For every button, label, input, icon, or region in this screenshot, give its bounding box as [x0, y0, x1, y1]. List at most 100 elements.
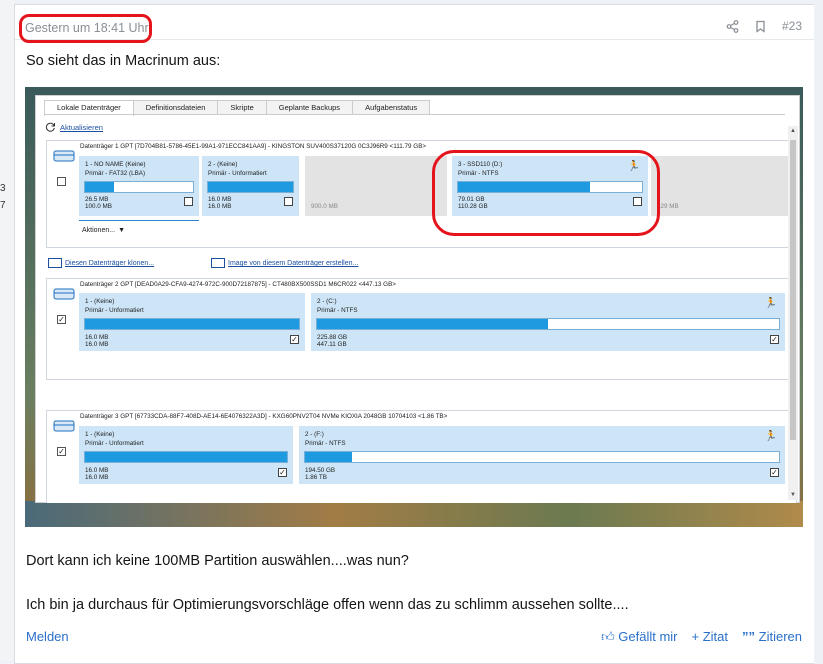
partition-name: 2 - (Keine)	[208, 161, 238, 168]
share-icon[interactable]	[726, 19, 739, 33]
disk-icon	[53, 420, 75, 432]
actions-dropdown[interactable]: Aktionen... ▼	[82, 227, 125, 234]
image-disk-link[interactable]: Image von diesem Datenträger erstellen..…	[211, 258, 358, 268]
partition-name: 1 - (Keine)	[85, 298, 115, 305]
wallpaper-strip	[25, 501, 803, 527]
partition-size: 16.0 MB	[85, 341, 109, 348]
tab-bar: Lokale Datenträger Definitionsdateien Sk…	[44, 100, 431, 116]
post-number[interactable]: #23	[782, 19, 802, 33]
running-man-icon: 🏃	[764, 298, 777, 309]
left-strip: 3 7	[0, 0, 14, 660]
tail-size: 529 MB	[657, 203, 679, 210]
usage-bar	[84, 181, 194, 193]
partition-name: 1 - NO NAME (Keine)	[85, 161, 146, 168]
quote-icon: ””	[742, 629, 756, 644]
refresh-label: Aktualisieren	[60, 122, 103, 132]
disk-3-panel: Datenträger 3 GPT [67733CDA-88F7-408D-AE…	[46, 410, 797, 503]
disk-3-title: Datenträger 3 GPT [67733CDA-88F7-408D-AE…	[80, 413, 448, 420]
image-icon	[211, 258, 225, 268]
tab-task-status[interactable]: Aufgabenstatus	[352, 100, 431, 115]
running-man-icon: 🏃	[764, 431, 777, 442]
disk-1-unallocated: 900.0 MB	[305, 156, 447, 216]
disk-3-partition-2[interactable]: 2 - (F:) Primär - NTFS 🏃 194.50 GB 1.86 …	[299, 426, 785, 484]
disk-3-checkbox[interactable]: ✓	[57, 447, 66, 456]
disk-icon	[53, 150, 75, 162]
partition-type: Primär - NTFS	[317, 307, 358, 314]
report-link[interactable]: Melden	[26, 629, 69, 644]
scroll-thumb[interactable]	[790, 140, 796, 440]
partition-used: 194.50 GB	[305, 467, 336, 474]
tab-scheduled-backups[interactable]: Geplante Backups	[265, 100, 354, 115]
usage-bar	[207, 181, 294, 193]
disk-1-title: Datenträger 1 GPT [7D704B81-5786-45E1-99…	[80, 143, 427, 150]
post-line-2: Ich bin ja durchaus für Optimierungsvors…	[26, 597, 629, 613]
partition-checkbox[interactable]: ✓	[770, 468, 779, 477]
macrium-window: Lokale Datenträger Definitionsdateien Sk…	[35, 95, 800, 503]
usage-bar	[304, 451, 780, 463]
partition-type: Primär - Unformatiert	[208, 170, 267, 177]
disk-1-checkbox[interactable]	[57, 177, 66, 186]
partition-name: 2 - (C:)	[317, 298, 337, 305]
quote-button[interactable]: + Zitat	[692, 629, 729, 645]
actions-label: Aktionen...	[82, 227, 116, 234]
post-footer: Melden 👍︎ Gefällt mir + Zitat ”” Zitiere…	[15, 625, 814, 655]
partition-type: Primär - FAT32 (LBA)	[85, 170, 146, 177]
multiquote-button[interactable]: ”” Zitieren	[742, 629, 802, 645]
partition-checkbox[interactable]: ✓	[290, 335, 299, 344]
partition-used: 26.5 MB	[85, 196, 109, 203]
disk-icon	[53, 288, 75, 300]
tab-definitions[interactable]: Definitionsdateien	[132, 100, 219, 115]
multiquote-label: Zitieren	[758, 629, 802, 644]
partition-checkbox[interactable]: ✓	[770, 335, 779, 344]
partition-highlight	[432, 150, 660, 236]
embedded-screenshot: Lokale Datenträger Definitionsdateien Sk…	[25, 87, 803, 527]
disk-2-panel: Datenträger 2 GPT [DEAD0A29-CFA9-4274-97…	[46, 278, 797, 380]
disk-2-partition-1[interactable]: 1 - (Keine) Primär - Unformatiert 16.0 M…	[79, 293, 305, 351]
partition-checkbox[interactable]	[284, 197, 293, 206]
image-label: Image von diesem Datenträger erstellen..…	[228, 259, 359, 267]
like-button[interactable]: 👍︎ Gefällt mir	[601, 629, 677, 645]
disk-3-partition-1[interactable]: 1 - (Keine) Primär - Unformatiert 16.0 M…	[79, 426, 293, 484]
partition-type: Primär - NTFS	[305, 440, 346, 447]
like-label: Gefällt mir	[618, 629, 678, 644]
partition-size: 447.11 GB	[317, 341, 347, 348]
post-line-1: Dort kann ich keine 100MB Partition ausw…	[26, 553, 409, 569]
tab-scripts[interactable]: Skripte	[217, 100, 267, 115]
partition-used: 225.88 GB	[317, 334, 348, 341]
partition-size: 16.0 MB	[208, 203, 232, 210]
partition-used: 16.0 MB	[85, 334, 109, 341]
forum-post: Gestern um 18:41 Uhr #23 So sieht das in…	[14, 4, 814, 664]
refresh-icon	[45, 122, 55, 132]
scroll-down-icon[interactable]: ▼	[790, 492, 796, 498]
thumbs-up-icon: 👍︎	[601, 629, 615, 644]
clone-disk-link[interactable]: Diesen Datenträger klonen...	[48, 258, 154, 268]
scroll-up-icon[interactable]: ▲	[790, 128, 796, 134]
disk-2-checkbox[interactable]: ✓	[57, 315, 66, 324]
partition-used: 16.0 MB	[85, 467, 109, 474]
usage-bar	[84, 451, 288, 463]
disk-1-partition-1[interactable]: 1 - NO NAME (Keine) Primär - FAT32 (LBA)…	[79, 156, 199, 216]
partition-used: 16.0 MB	[208, 196, 232, 203]
partition-checkbox[interactable]: ✓	[278, 468, 287, 477]
partition-type: Primär - Unformatiert	[85, 307, 144, 314]
disk-1-panel: Datenträger 1 GPT [7D704B81-5786-45E1-99…	[46, 140, 797, 248]
post-header-icons: #23	[726, 19, 802, 33]
disk-2-partition-2[interactable]: 2 - (C:) Primär - NTFS 🏃 225.88 GB 447.1…	[311, 293, 785, 351]
bookmark-icon[interactable]	[755, 20, 766, 33]
partition-size: 100.0 MB	[85, 203, 112, 210]
chevron-down-icon: ▼	[118, 227, 126, 234]
post-intro: So sieht das in Macrinum aus:	[26, 53, 221, 69]
usage-bar	[84, 318, 300, 330]
unallocated-size: 900.0 MB	[311, 203, 338, 210]
disk-1-partition-2[interactable]: 2 - (Keine) Primär - Unformatiert 16.0 M…	[202, 156, 299, 216]
partition-size: 1.86 TB	[305, 474, 327, 481]
partition-checkbox[interactable]	[184, 197, 193, 206]
usage-bar	[316, 318, 780, 330]
partition-name: 2 - (F:)	[305, 431, 324, 438]
vertical-scrollbar[interactable]: ▲ ▼	[788, 126, 798, 500]
disk-1-tail: 529 MB	[651, 156, 789, 216]
refresh-link[interactable]: Aktualisieren	[45, 122, 103, 132]
timestamp-highlight	[19, 14, 152, 43]
partition-name: 1 - (Keine)	[85, 431, 115, 438]
partition-type: Primär - Unformatiert	[85, 440, 144, 447]
